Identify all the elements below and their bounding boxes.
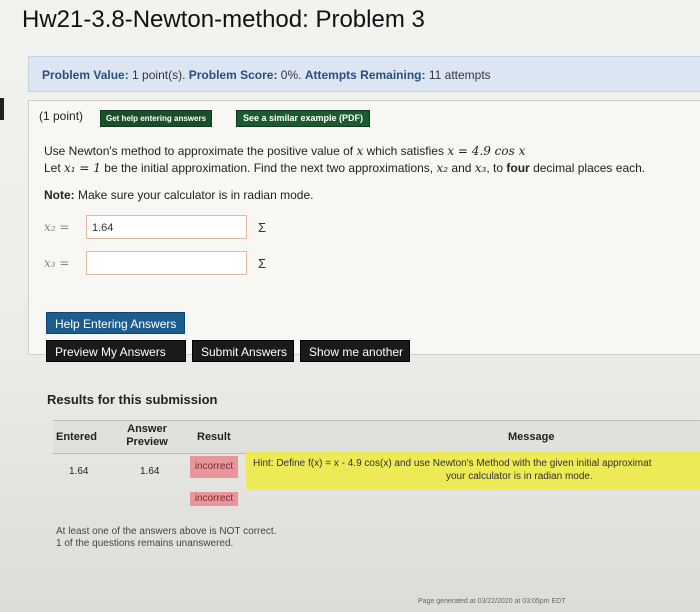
header-entered: Entered bbox=[56, 431, 97, 443]
question-text: Use Newton's method to approximate the p… bbox=[44, 144, 354, 158]
answer-label-x2: x₂ = bbox=[44, 220, 70, 234]
answer-input-x3[interactable] bbox=[86, 251, 247, 275]
page: Hw21-3.8-Newton-method: Problem 3 Proble… bbox=[0, 0, 700, 612]
submit-answers-button[interactable]: Submit Answers bbox=[192, 340, 294, 362]
question-text-mid: which satisfies bbox=[366, 144, 444, 158]
problem-info-text: Problem Value: 1 point(s). Problem Score… bbox=[42, 68, 491, 82]
initial-approximation: x₁ = 1 bbox=[64, 161, 101, 175]
help-entering-answers-button[interactable]: Help Entering Answers bbox=[46, 312, 186, 334]
preview-answers-button[interactable]: Preview My Answers bbox=[46, 340, 186, 362]
results-heading: Results for this submission bbox=[47, 392, 218, 407]
problem-points: (1 point) bbox=[39, 109, 84, 123]
question-to: , to bbox=[486, 161, 504, 175]
header-answer-preview: Answer Preview bbox=[126, 423, 168, 448]
equation-editor-icon[interactable]: Σ bbox=[258, 256, 266, 271]
problem-score-label: Problem Score: bbox=[188, 68, 278, 82]
summary-line-1: At least one of the answers above is NOT… bbox=[56, 526, 277, 537]
header-result: Result bbox=[197, 431, 231, 443]
page-title: Hw21-3.8-Newton-method: Problem 3 bbox=[22, 6, 425, 33]
answer-input-x2[interactable]: 1.64 bbox=[86, 215, 247, 239]
results-table: Entered Answer Preview Result Message 1.… bbox=[53, 420, 700, 510]
variable-x3: x₃ bbox=[474, 161, 487, 175]
question-and: and bbox=[451, 161, 472, 175]
note-text: Make sure your calculator is in radian m… bbox=[78, 188, 314, 202]
variable-x: x bbox=[356, 144, 364, 158]
question-bold-four: four bbox=[506, 161, 530, 175]
problem-value-label: Problem Value: bbox=[42, 68, 129, 82]
problem-panel: (1 point) Get help entering answers See … bbox=[28, 100, 700, 362]
help-entering-answers-link[interactable]: Get help entering answers bbox=[100, 110, 213, 127]
preview-value: 1.64 bbox=[140, 466, 160, 477]
entered-value: 1.64 bbox=[69, 466, 89, 477]
equation: x = 4.9 cos x bbox=[447, 144, 526, 158]
equation-editor-icon[interactable]: Σ bbox=[258, 220, 266, 235]
show-another-button[interactable]: Show me another bbox=[300, 340, 410, 362]
question-let: Let bbox=[44, 161, 61, 175]
similar-example-link[interactable]: See a similar example (PDF) bbox=[236, 110, 371, 127]
results-table-header: Entered Answer Preview Result Message bbox=[53, 420, 700, 454]
attempts-remaining: 11 attempts bbox=[428, 68, 491, 82]
hint-message: Hint: Define f(x) = x - 4.9 cos(x) and u… bbox=[246, 452, 700, 490]
left-edge-marker bbox=[0, 98, 4, 120]
hint-text-2: your calculator is in radian mode. bbox=[446, 471, 593, 482]
hint-text: Hint: Define f(x) = x - 4.9 cos(x) and u… bbox=[253, 458, 652, 469]
note-line: Note: Make sure your calculator is in ra… bbox=[44, 188, 313, 202]
answer-label-x3: x₃ = bbox=[44, 256, 70, 270]
result-incorrect-2: incorrect bbox=[190, 492, 238, 506]
result-incorrect: incorrect bbox=[190, 456, 238, 478]
question-instructions: be the initial approximation. Find the n… bbox=[104, 161, 434, 175]
problem-score: 0%. bbox=[280, 68, 302, 82]
problem-info-bar: Problem Value: 1 point(s). Problem Score… bbox=[28, 56, 700, 92]
page-generated-timestamp: Page generated at 03/22/2020 at 03:05pm … bbox=[418, 598, 566, 605]
note-label: Note: bbox=[44, 188, 75, 202]
variable-x2: x₂ bbox=[436, 161, 449, 175]
question-line-1: Use Newton's method to approximate the p… bbox=[44, 144, 525, 158]
attempts-label: Attempts Remaining: bbox=[304, 68, 426, 82]
problem-value: 1 point(s). bbox=[132, 68, 186, 82]
question-line-2: Let x₁ = 1 be the initial approximation.… bbox=[44, 161, 645, 175]
question-end: decimal places each. bbox=[533, 161, 646, 175]
summary-line-2: 1 of the questions remains unanswered. bbox=[56, 538, 234, 549]
header-message: Message bbox=[508, 431, 555, 443]
